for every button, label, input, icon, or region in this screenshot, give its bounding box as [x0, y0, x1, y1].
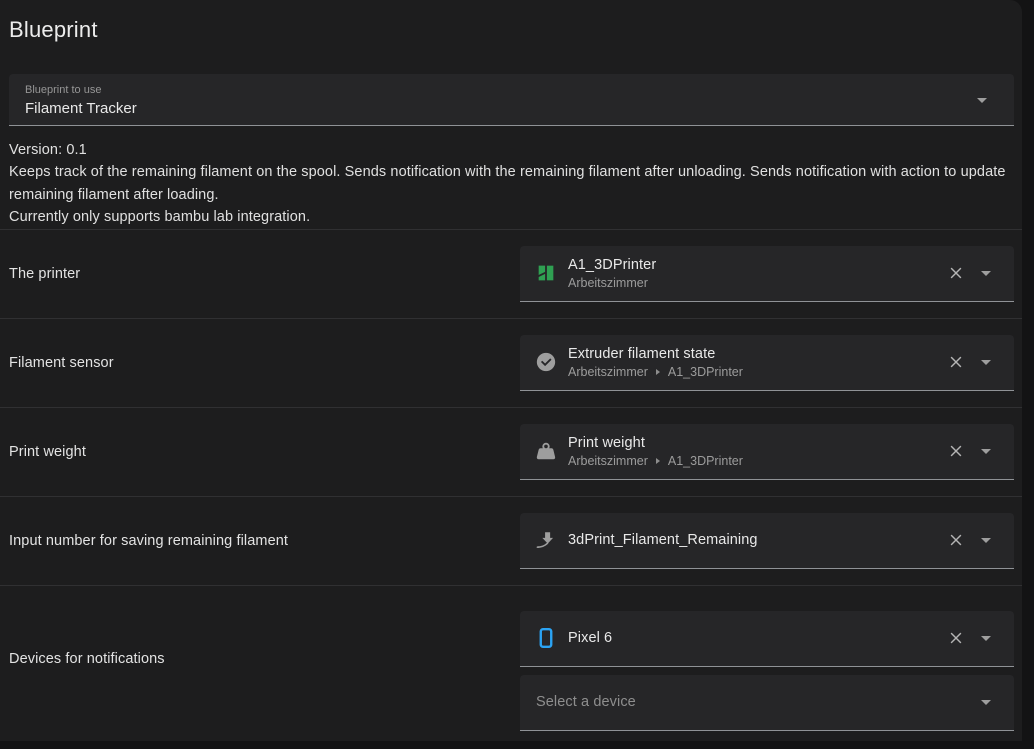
entity-picker-print-weight[interactable]: Print weight Arbeitszimmer A1_3DPrinter [520, 424, 1014, 480]
picker-primary: Extruder filament state [568, 346, 743, 362]
chevron-down-icon[interactable] [981, 700, 991, 705]
device-picker-placeholder: Select a device [536, 694, 636, 710]
clear-icon[interactable] [943, 438, 969, 464]
row-label-filament-sensor: Filament sensor [0, 355, 520, 371]
blueprint-card: Blueprint Blueprint to use Filament Trac… [0, 0, 1022, 741]
check-circle-icon [535, 351, 557, 373]
picker-secondary: Arbeitszimmer [568, 276, 656, 290]
config-row-filament-sensor: Filament sensor Extruder filament state … [0, 318, 1022, 407]
row-label-printer: The printer [0, 266, 520, 282]
config-row-printer: The printer A1_3DPrinter Arbeitszimmer [0, 229, 1022, 318]
row-label-print-weight: Print weight [0, 444, 520, 460]
breadcrumb-arrow-icon [656, 458, 660, 464]
clear-icon[interactable] [943, 527, 969, 553]
chevron-down-icon[interactable] [981, 449, 991, 454]
entity-picker-filament-sensor[interactable]: Extruder filament state Arbeitszimmer A1… [520, 335, 1014, 391]
clear-icon[interactable] [943, 349, 969, 375]
row-label-devices: Devices for notifications [0, 651, 520, 667]
chevron-down-icon[interactable] [981, 636, 991, 641]
cellphone-icon [535, 627, 557, 649]
picker-secondary: Arbeitszimmer A1_3DPrinter [568, 365, 743, 379]
blueprint-description-body: Keeps track of the remaining filament on… [9, 161, 1013, 206]
bambu-printer-icon [535, 262, 557, 284]
device-picker-add-device[interactable]: Select a device [520, 675, 1014, 731]
clear-icon[interactable] [943, 625, 969, 651]
blueprint-select-label: Blueprint to use [25, 83, 974, 97]
blueprint-description-note: Currently only supports bambu lab integr… [9, 206, 1013, 228]
picker-primary: 3dPrint_Filament_Remaining [568, 532, 758, 548]
input-number-icon [535, 529, 557, 551]
breadcrumb-arrow-icon [656, 369, 660, 375]
chevron-down-icon[interactable] [977, 98, 987, 103]
device-picker-printer[interactable]: A1_3DPrinter Arbeitszimmer [520, 246, 1014, 302]
chevron-down-icon[interactable] [981, 538, 991, 543]
blueprint-version: Version: 0.1 [9, 139, 1013, 161]
entity-picker-input-number[interactable]: 3dPrint_Filament_Remaining [520, 513, 1014, 569]
picker-secondary: Arbeitszimmer A1_3DPrinter [568, 454, 743, 468]
device-picker-notification-device[interactable]: Pixel 6 [520, 611, 1014, 667]
weight-icon [535, 440, 557, 462]
row-label-input-number: Input number for saving remaining filame… [0, 533, 520, 549]
config-row-devices: Devices for notifications Pixel 6 Select… [0, 585, 1022, 732]
config-row-print-weight: Print weight Print weight Arbeitszimmer … [0, 407, 1022, 496]
picker-primary: Pixel 6 [568, 630, 612, 646]
chevron-down-icon[interactable] [981, 271, 991, 276]
blueprint-select[interactable]: Blueprint to use Filament Tracker [9, 74, 1014, 126]
picker-primary: Print weight [568, 435, 743, 451]
page-title: Blueprint [9, 16, 1022, 44]
blueprint-description: Version: 0.1 Keeps track of the remainin… [9, 139, 1013, 229]
clear-icon[interactable] [943, 260, 969, 286]
chevron-down-icon[interactable] [981, 360, 991, 365]
picker-primary: A1_3DPrinter [568, 257, 656, 273]
blueprint-select-value: Filament Tracker [25, 100, 974, 117]
config-row-input-number: Input number for saving remaining filame… [0, 496, 1022, 585]
